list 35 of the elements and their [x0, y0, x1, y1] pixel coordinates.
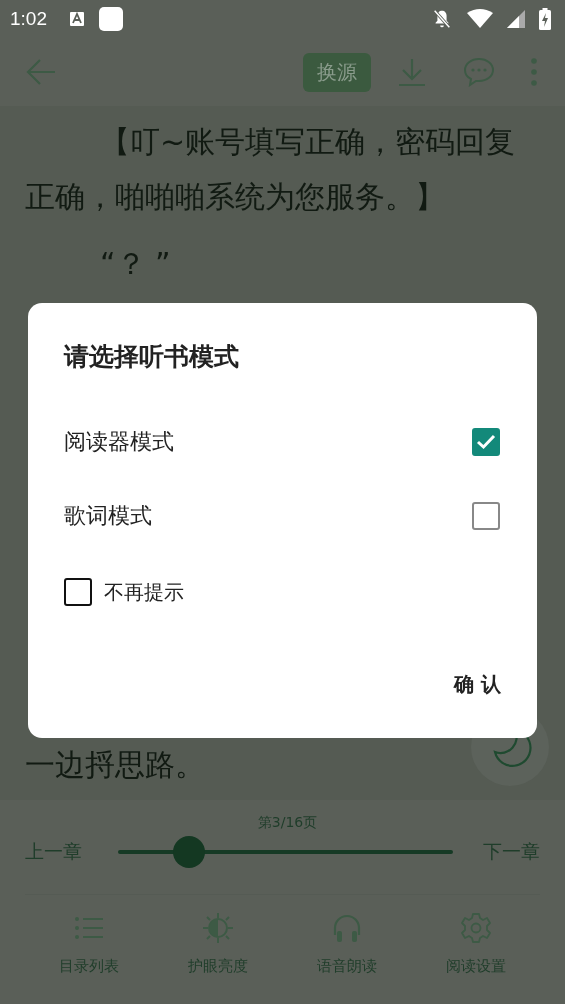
mode-option-label[interactable]: 阅读器模式 — [64, 427, 174, 457]
next-chapter-link[interactable]: 下一章 — [483, 839, 540, 865]
previous-chapter-link[interactable]: 上一章 — [25, 839, 82, 865]
progress-slider[interactable] — [118, 836, 453, 868]
mode-option-label[interactable]: 歌词模式 — [64, 501, 152, 531]
headphones-icon — [331, 913, 362, 943]
bell-off-icon — [431, 8, 453, 30]
story-paragraph: “？ ” — [99, 245, 172, 283]
nav-tab[interactable]: 护眼亮度 — [153, 911, 283, 976]
checkbox[interactable] — [64, 578, 92, 606]
story-paragraph: 【叮~账号填写正确，密码回复正确，啪啪啪系统为您服务。】 — [25, 123, 517, 216]
app-square-icon — [99, 7, 123, 31]
download-icon[interactable] — [397, 57, 427, 87]
list-icon — [74, 916, 105, 940]
more-menu-icon[interactable] — [531, 58, 537, 86]
confirm-button[interactable]: 确 认 — [454, 663, 501, 706]
checkmark-icon — [476, 434, 496, 450]
status-time: 1:02 — [10, 8, 47, 30]
checkbox[interactable] — [472, 502, 500, 530]
settings-icon — [459, 912, 492, 944]
keyboard-app-icon — [69, 11, 85, 27]
nav-tab[interactable]: 语音朗读 — [282, 911, 412, 976]
back-arrow-icon[interactable] — [26, 58, 56, 86]
story-paragraph: 一边捋思路。 — [25, 746, 205, 784]
wifi-icon — [467, 9, 493, 29]
nav-tab[interactable]: 目录列表 — [25, 911, 154, 976]
change-source-button[interactable]: 换源 — [303, 52, 371, 92]
page-indicator: 第3/16页 — [257, 814, 318, 832]
battery-icon — [539, 8, 551, 30]
signal-icon — [507, 10, 525, 28]
dialog-title: 请选择听书模式 — [64, 341, 240, 373]
checkbox[interactable] — [472, 428, 500, 456]
brightness-icon — [203, 913, 234, 943]
dont-remind-label[interactable]: 不再提示 — [104, 578, 184, 606]
comment-icon[interactable] — [463, 57, 495, 87]
